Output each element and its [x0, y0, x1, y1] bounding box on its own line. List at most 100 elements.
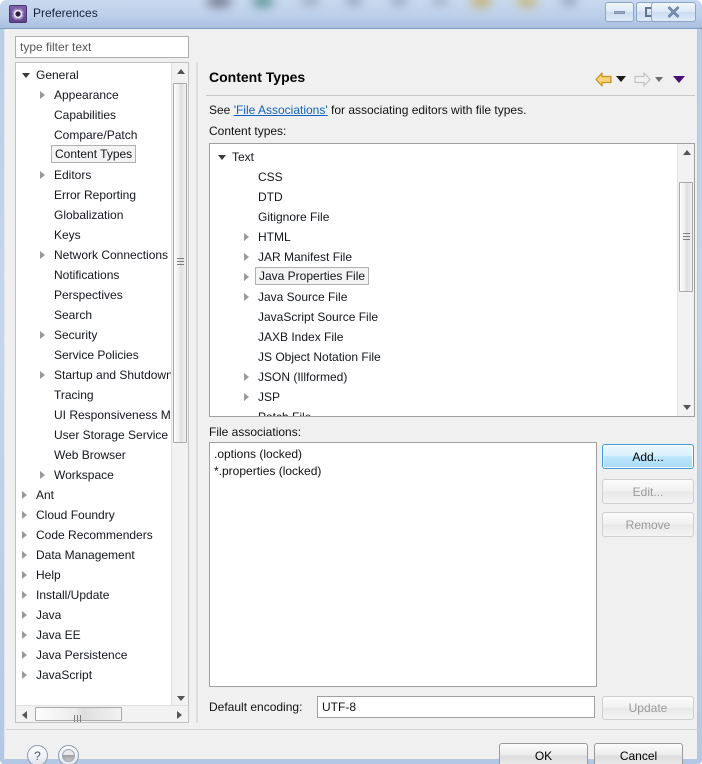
back-arrow-icon[interactable] [595, 69, 612, 89]
tree-collapsed-arrow-icon[interactable] [22, 571, 27, 579]
tree-collapsed-arrow-icon[interactable] [244, 273, 249, 281]
sidebar-tree-item[interactable]: Notifications [16, 265, 171, 285]
help-button[interactable]: ? [27, 745, 48, 764]
tree-expanded-arrow-icon[interactable] [22, 73, 30, 78]
tree-collapsed-arrow-icon[interactable] [244, 233, 249, 241]
sidebar-tree-item[interactable]: Search [16, 305, 171, 325]
sidebar-tree-item[interactable]: Tracing [16, 385, 171, 405]
sidebar-tree-item[interactable]: JavaScript [16, 665, 171, 685]
tree-hscroll-thumb[interactable] [35, 707, 122, 722]
file-association-row[interactable]: *.properties (locked) [214, 463, 592, 480]
content-type-item[interactable]: JSP [210, 387, 678, 407]
sidebar-tree-item[interactable]: Perspectives [16, 285, 171, 305]
sidebar-tree-item[interactable]: Web Browser [16, 445, 171, 465]
title-bar[interactable]: Preferences [0, 0, 702, 29]
scroll-right-button[interactable] [171, 706, 188, 723]
tree-collapsed-arrow-icon[interactable] [244, 293, 249, 301]
sidebar-tree-item[interactable]: Code Recommenders [16, 525, 171, 545]
sidebar-tree-item[interactable]: User Storage Service [16, 425, 171, 445]
sidebar-tree-item[interactable]: Security [16, 325, 171, 345]
tree-collapsed-arrow-icon[interactable] [40, 91, 45, 99]
forward-arrow-icon[interactable] [634, 69, 651, 89]
sidebar-tree-item[interactable]: Editors [16, 165, 171, 185]
back-menu-chevron-down-icon[interactable] [616, 69, 626, 89]
sidebar-tree-item[interactable]: Data Management [16, 545, 171, 565]
tree-collapsed-arrow-icon[interactable] [40, 331, 45, 339]
tree-collapsed-arrow-icon[interactable] [22, 631, 27, 639]
tree-scroll-thumb[interactable] [173, 83, 187, 443]
sidebar-tree-item[interactable]: Cloud Foundry [16, 505, 171, 525]
content-type-item[interactable]: DTD [210, 187, 678, 207]
scroll-up-button[interactable] [172, 63, 189, 80]
sidebar-tree-item[interactable]: Java Persistence [16, 645, 171, 665]
sidebar-tree-item[interactable]: Workspace [16, 465, 171, 485]
tree-horizontal-scrollbar[interactable] [16, 705, 188, 722]
sidebar-tree-item[interactable]: Network Connections [16, 245, 171, 265]
scroll-up-button[interactable] [678, 144, 695, 161]
tree-collapsed-arrow-icon[interactable] [40, 371, 45, 379]
content-type-item[interactable]: Java Source File [210, 287, 678, 307]
filter-input[interactable]: type filter text [15, 36, 189, 58]
content-type-item[interactable]: Text [210, 147, 678, 167]
sidebar-tree-item[interactable]: Service Policies [16, 345, 171, 365]
tree-collapsed-arrow-icon[interactable] [244, 393, 249, 401]
content-type-item[interactable]: JavaScript Source File [210, 307, 678, 327]
sidebar-tree-item[interactable]: Help [16, 565, 171, 585]
content-type-item[interactable]: JSON (Illformed) [210, 367, 678, 387]
scroll-left-button[interactable] [16, 706, 33, 723]
ok-button[interactable]: OK [499, 743, 588, 764]
sidebar-tree-item[interactable]: Capabilities [16, 105, 171, 125]
restore-defaults-button[interactable] [58, 745, 79, 764]
file-association-row[interactable]: .options (locked) [214, 446, 592, 463]
minimize-button[interactable] [605, 2, 634, 22]
sidebar-tree-item[interactable]: General [16, 65, 171, 85]
content-types-tree[interactable]: Text CSS DTD Gitignore File HTML JAR Manifest… [209, 143, 695, 417]
sidebar-tree-item[interactable]: Error Reporting [16, 185, 171, 205]
close-button[interactable] [651, 2, 696, 22]
scroll-down-button[interactable] [678, 399, 695, 416]
content-types-scroll-thumb[interactable] [679, 182, 693, 292]
tree-vertical-scrollbar[interactable] [171, 63, 188, 707]
tree-expanded-arrow-icon[interactable] [218, 155, 226, 160]
forward-menu-chevron-down-icon[interactable] [655, 69, 663, 89]
tree-collapsed-arrow-icon[interactable] [22, 651, 27, 659]
tree-collapsed-arrow-icon[interactable] [40, 251, 45, 259]
sidebar-tree-item[interactable]: Java [16, 605, 171, 625]
sidebar-tree-item[interactable]: Keys [16, 225, 171, 245]
content-type-item[interactable]: Java Properties File [210, 267, 678, 287]
tree-collapsed-arrow-icon[interactable] [40, 171, 45, 179]
content-type-item[interactable]: HTML [210, 227, 678, 247]
sidebar-tree-item[interactable]: UI Responsiveness Monitoring [16, 405, 171, 425]
tree-collapsed-arrow-icon[interactable] [244, 373, 249, 381]
add-button[interactable]: Add... [602, 444, 694, 469]
content-type-item[interactable]: Patch File [210, 407, 678, 416]
file-associations-link[interactable]: 'File Associations' [234, 103, 328, 117]
sidebar-tree-item[interactable]: Content Types [16, 145, 171, 165]
content-type-item[interactable]: JAXB Index File [210, 327, 678, 347]
content-type-item[interactable]: JAR Manifest File [210, 247, 678, 267]
default-encoding-input[interactable]: UTF-8 [317, 696, 595, 718]
sidebar-tree-item[interactable]: Ant [16, 485, 171, 505]
tree-collapsed-arrow-icon[interactable] [22, 511, 27, 519]
sidebar-tree-item[interactable]: Startup and Shutdown [16, 365, 171, 385]
tree-collapsed-arrow-icon[interactable] [40, 471, 45, 479]
tree-collapsed-arrow-icon[interactable] [22, 611, 27, 619]
content-type-item[interactable]: CSS [210, 167, 678, 187]
tree-collapsed-arrow-icon[interactable] [22, 531, 27, 539]
preference-tree[interactable]: General Appearance Capabilities Compare/Pat… [15, 62, 189, 723]
content-types-scrollbar[interactable] [677, 144, 694, 416]
tree-collapsed-arrow-icon[interactable] [22, 491, 27, 499]
tree-collapsed-arrow-icon[interactable] [244, 253, 249, 261]
content-type-item[interactable]: Gitignore File [210, 207, 678, 227]
view-menu-chevron-down-icon[interactable] [673, 69, 685, 89]
tree-collapsed-arrow-icon[interactable] [22, 591, 27, 599]
content-type-item[interactable]: JS Object Notation File [210, 347, 678, 367]
sidebar-tree-item[interactable]: Appearance [16, 85, 171, 105]
file-associations-list[interactable]: .options (locked) *.properties (locked) [209, 442, 597, 687]
sidebar-tree-item[interactable]: Install/Update [16, 585, 171, 605]
pane-divider[interactable] [196, 62, 198, 723]
tree-collapsed-arrow-icon[interactable] [22, 671, 27, 679]
cancel-button[interactable]: Cancel [594, 743, 683, 764]
sidebar-tree-item[interactable]: Globalization [16, 205, 171, 225]
sidebar-tree-item[interactable]: Java EE [16, 625, 171, 645]
